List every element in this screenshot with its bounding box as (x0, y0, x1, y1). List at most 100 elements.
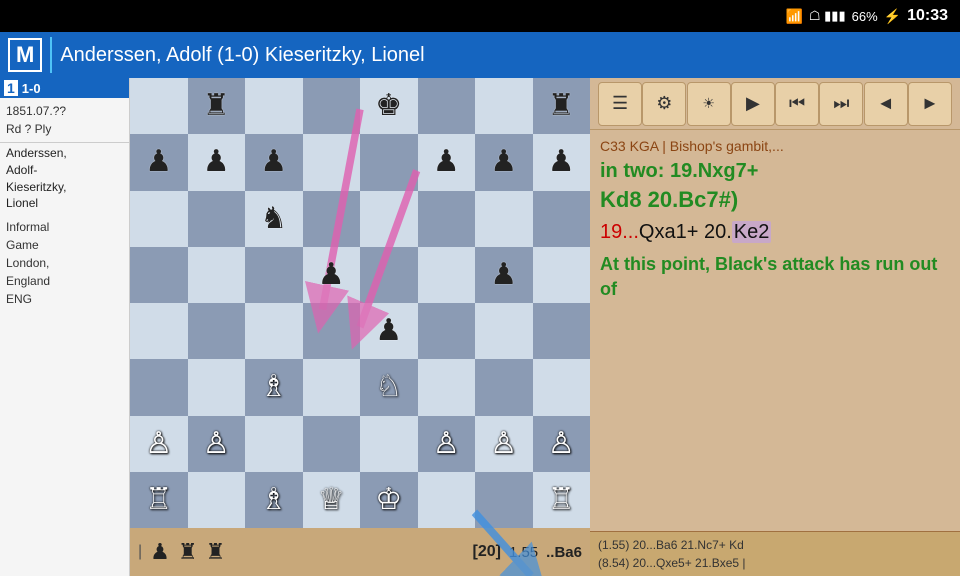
prev-icon: ◄ (877, 93, 895, 114)
chess-cell[interactable]: ♙ (130, 416, 188, 472)
chess-cell[interactable]: ♟ (533, 134, 591, 190)
chess-cell[interactable] (360, 416, 418, 472)
game-date: 1851.07.?? (6, 102, 123, 120)
chess-cell[interactable]: ♙ (533, 416, 591, 472)
chess-cell[interactable] (245, 416, 303, 472)
chess-cell[interactable] (188, 359, 246, 415)
chess-piece: ♙ (145, 429, 172, 459)
move-number-label: [20] (472, 543, 500, 561)
chess-cell[interactable]: ♔ (360, 472, 418, 528)
chess-cell[interactable] (533, 359, 591, 415)
play-button[interactable]: ▶ (731, 82, 775, 126)
chess-cell[interactable] (418, 303, 476, 359)
chess-cell[interactable]: ♟ (188, 134, 246, 190)
chess-cell[interactable]: ♖ (533, 472, 591, 528)
chess-cell[interactable] (360, 247, 418, 303)
brightness-button[interactable]: ☀ (687, 82, 731, 126)
last-button[interactable]: ⏭ (819, 82, 863, 126)
chess-cell[interactable] (475, 191, 533, 247)
chess-cell[interactable] (533, 191, 591, 247)
chess-cell[interactable] (303, 191, 361, 247)
chess-cell[interactable] (475, 303, 533, 359)
analysis-line-1: (1.55) 20...Ba6 21.Nc7+ Kd (598, 536, 952, 554)
chess-cell[interactable] (130, 191, 188, 247)
chess-cell[interactable] (245, 78, 303, 134)
chess-cell[interactable] (130, 78, 188, 134)
chess-cell[interactable]: ♟ (475, 134, 533, 190)
chess-cell[interactable]: ♟ (360, 303, 418, 359)
chess-cell[interactable] (418, 359, 476, 415)
chess-cell[interactable]: ♟ (245, 134, 303, 190)
chess-cell[interactable] (533, 247, 591, 303)
chess-cell[interactable] (533, 303, 591, 359)
chess-cell[interactable]: ♙ (475, 416, 533, 472)
chess-cell[interactable] (245, 303, 303, 359)
battery-icon: ⚡ (884, 8, 901, 25)
chess-cell[interactable] (418, 191, 476, 247)
chess-cell[interactable]: ♟ (475, 247, 533, 303)
chess-cell[interactable] (360, 134, 418, 190)
chess-cell[interactable]: ♞ (245, 191, 303, 247)
chess-piece: ♕ (318, 485, 345, 515)
game-result: 1-0 (22, 81, 41, 96)
hint-line-2: Kd8 20.Bc7#) (600, 187, 950, 213)
chess-cell[interactable]: ♖ (130, 472, 188, 528)
menu-button[interactable]: ☰ (598, 82, 642, 126)
chess-cell[interactable] (418, 472, 476, 528)
chess-cell[interactable] (475, 359, 533, 415)
chess-cell[interactable]: ♗ (245, 359, 303, 415)
chess-cell[interactable] (475, 472, 533, 528)
chess-cell[interactable]: ♜ (533, 78, 591, 134)
chess-piece: ♙ (433, 429, 460, 459)
chess-cell[interactable] (188, 303, 246, 359)
next-button[interactable]: ► (908, 82, 952, 126)
settings-button[interactable]: ⚙ (642, 82, 686, 126)
chess-cell[interactable] (303, 359, 361, 415)
chess-cell[interactable]: ♙ (418, 416, 476, 472)
chess-cell[interactable] (418, 247, 476, 303)
chess-piece: ♟ (490, 260, 517, 290)
chess-cell[interactable]: ♟ (418, 134, 476, 190)
chess-cell[interactable] (418, 78, 476, 134)
chess-cell[interactable]: ♘ (360, 359, 418, 415)
chess-piece: ♜ (203, 91, 230, 121)
prev-button[interactable]: ◄ (864, 82, 908, 126)
chess-cell[interactable]: ♜ (188, 78, 246, 134)
chess-cell[interactable] (303, 78, 361, 134)
chess-cell[interactable]: ♚ (360, 78, 418, 134)
game-number: 1 (4, 80, 18, 96)
chess-piece: ♟ (318, 260, 345, 290)
move-19-qxa: Qxa1+ 20. (639, 221, 732, 243)
chess-cell[interactable] (360, 191, 418, 247)
game-rdply: Rd ? Ply (6, 120, 123, 138)
chess-piece: ♟ (260, 147, 287, 177)
sidebar-date-info: 1851.07.?? Rd ? Ply (0, 98, 129, 143)
chess-cell[interactable]: ♗ (245, 472, 303, 528)
board-bottom: | ♟ ♜ ♜ [20] 1.55 ..Ba6 (130, 528, 590, 576)
chess-cell[interactable] (130, 247, 188, 303)
first-button[interactable]: ⏮ (775, 82, 819, 126)
chess-cell[interactable] (245, 247, 303, 303)
chess-piece: ♙ (203, 429, 230, 459)
chess-cell[interactable]: ♟ (303, 247, 361, 303)
move-19-red: 19... (600, 221, 639, 243)
chess-cell[interactable] (475, 78, 533, 134)
game-title: Anderssen, Adolf (1-0) Kieseritzky, Lion… (60, 44, 424, 67)
chess-cell[interactable]: ♟ (130, 134, 188, 190)
chess-cell[interactable] (188, 472, 246, 528)
chess-cell[interactable] (303, 303, 361, 359)
chess-cell[interactable] (303, 134, 361, 190)
chess-cell[interactable] (303, 416, 361, 472)
title-bar: M Anderssen, Adolf (1-0) Kieseritzky, Li… (0, 32, 960, 78)
chess-cell[interactable] (188, 247, 246, 303)
chess-cell[interactable] (130, 359, 188, 415)
analysis-bar: (1.55) 20...Ba6 21.Nc7+ Kd (8.54) 20...Q… (590, 531, 960, 576)
chess-piece: ♟ (145, 147, 172, 177)
chess-cell[interactable] (130, 303, 188, 359)
title-divider (50, 37, 52, 73)
signal-icon: ☖ ▮▮▮ (809, 8, 846, 24)
chess-cell[interactable]: ♙ (188, 416, 246, 472)
chess-piece: ♟ (433, 147, 460, 177)
chess-cell[interactable]: ♕ (303, 472, 361, 528)
chess-cell[interactable] (188, 191, 246, 247)
